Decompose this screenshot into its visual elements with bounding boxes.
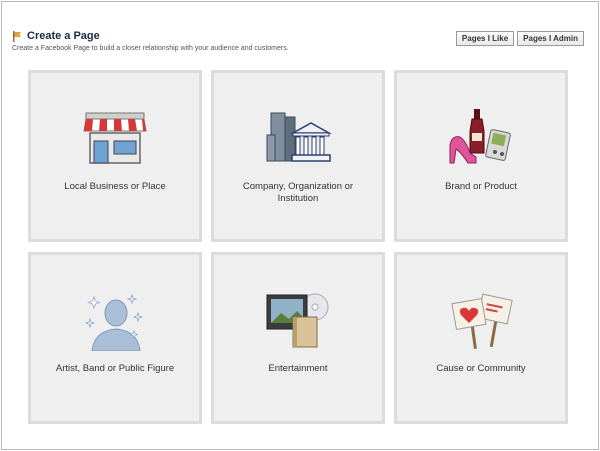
page-title: Create a Page	[27, 30, 100, 42]
category-label: Entertainment	[268, 363, 328, 374]
storefront-icon	[83, 112, 147, 164]
category-label: Cause or Community	[436, 363, 526, 374]
person-silhouette-icon	[84, 293, 144, 351]
signs-icon	[451, 293, 513, 350]
category-card-artist[interactable]: Artist, Band or Public Figure	[28, 252, 202, 424]
top-buttons: Pages I Like Pages I Admin	[455, 31, 584, 46]
category-label: Brand or Product	[445, 181, 517, 192]
category-card-cause[interactable]: Cause or Community	[394, 252, 568, 424]
category-label: Local Business or Place	[64, 181, 166, 192]
page-subtitle: Create a Facebook Page to build a closer…	[12, 45, 289, 52]
category-card-brand[interactable]: Brand or Product	[394, 70, 568, 242]
category-card-entertainment[interactable]: Entertainment	[211, 252, 385, 424]
category-grid: Local Business or Place Company, Organiz…	[28, 70, 568, 424]
tv-book-icon	[266, 293, 329, 348]
category-label: Artist, Band or Public Figure	[55, 363, 175, 374]
category-card-local-business[interactable]: Local Business or Place	[28, 70, 202, 242]
buildings-icon	[266, 112, 332, 162]
pages-i-admin-button[interactable]: Pages I Admin	[517, 31, 584, 46]
flag-icon	[13, 30, 21, 42]
products-icon	[449, 109, 511, 164]
category-label: Company, Organization or Institution	[242, 181, 354, 204]
category-card-company[interactable]: Company, Organization or Institution	[211, 70, 385, 242]
pages-i-like-button[interactable]: Pages I Like	[455, 31, 515, 46]
